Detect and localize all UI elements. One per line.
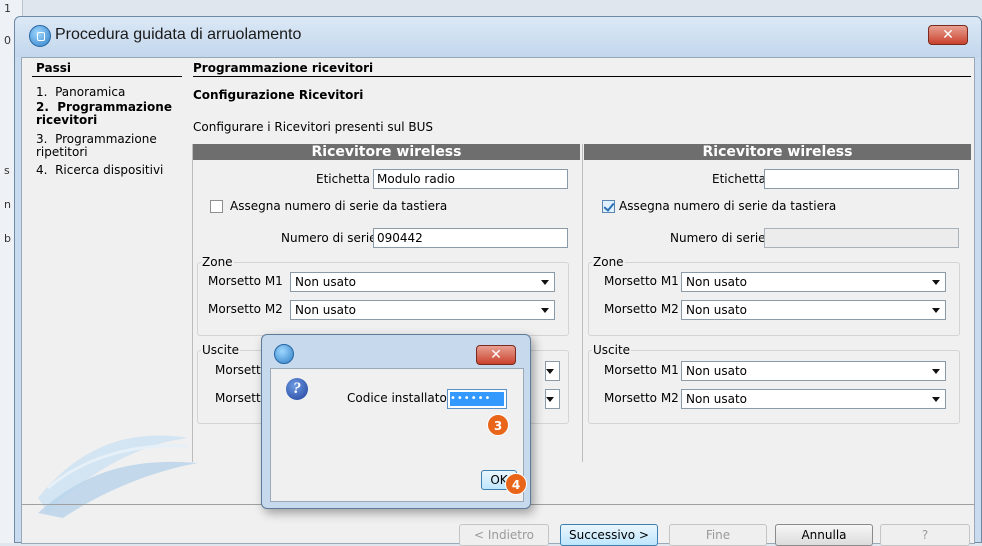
out-m1-caption: Morsetto M1 [604, 363, 679, 377]
label-caption: Etichetta [712, 172, 766, 186]
zone-m2-select[interactable]: Non usato [290, 300, 555, 320]
window-title: Procedura guidata di arruolamento [55, 26, 302, 43]
zone-m2-select[interactable]: Non usato [681, 300, 946, 320]
chevron-down-icon [932, 397, 940, 402]
close-icon: ✕ [942, 27, 954, 43]
out-m2-caption: Morsetto M2 [604, 391, 679, 405]
bg-fragment: s [4, 164, 10, 177]
masked-code-selection: •••••• [450, 392, 504, 406]
title-bar[interactable]: Procedura guidata di arruolamento ✕ [15, 17, 981, 57]
serial-input-disabled [764, 228, 959, 248]
out-m1-select[interactable]: Non usato [681, 361, 946, 381]
close-icon: ✕ [490, 347, 502, 363]
chevron-down-icon [932, 280, 940, 285]
serial-caption: Numero di serie [670, 231, 766, 245]
zone-m1-caption: Morsetto M1 [604, 274, 679, 288]
chevron-down-icon [932, 369, 940, 374]
chevron-down-icon [541, 280, 549, 285]
chevron-down-icon [932, 308, 940, 313]
zone-m1-select[interactable]: Non usato [681, 272, 946, 292]
dialog-client-area: ? Codice installatore •••••• OK [270, 368, 524, 502]
assign-serial-caption: Assegna numero di serie da tastiera [619, 199, 837, 213]
panel-left-border [192, 144, 193, 462]
step-overview[interactable]: 1. Panoramica [36, 86, 125, 99]
receiver-header: Ricevitore wireless [584, 144, 971, 160]
step-receivers-current[interactable]: 2. Programmazione ricevitori [36, 101, 172, 127]
lock-app-icon [274, 344, 294, 364]
outputs-title: Uscite [201, 343, 241, 357]
serial-input[interactable]: 090442 [373, 228, 568, 248]
receiver-panel-2: Ricevitore wireless Etichetta Assegna nu… [584, 144, 971, 462]
chevron-down-icon [546, 369, 554, 374]
bg-fragment: n [4, 198, 11, 211]
step-device-search[interactable]: 4. Ricerca dispositivi [36, 164, 163, 177]
zone-m1-select[interactable]: Non usato [290, 272, 555, 292]
out-m2-select[interactable] [545, 389, 560, 409]
code-caption: Codice installatore [347, 391, 459, 405]
assign-serial-checkbox-checked[interactable] [602, 200, 615, 213]
close-button[interactable]: ✕ [928, 25, 968, 45]
zones-title: Zone [592, 255, 625, 269]
brand-swoosh-graphic [38, 435, 198, 518]
step-repeaters[interactable]: 3. Programmazione ripetitori [36, 133, 157, 159]
bg-fragment: b [4, 232, 11, 245]
bg-fragment: 1 [4, 2, 11, 15]
zone-m2-caption: Morsetto M2 [208, 302, 283, 316]
zone-m1-caption: Morsetto M1 [208, 274, 283, 288]
out-m2-select[interactable]: Non usato [681, 389, 946, 409]
steps-divider [32, 76, 182, 77]
installer-code-input[interactable]: •••••• [447, 389, 507, 409]
outputs-title: Uscite [592, 343, 632, 357]
section-divider [193, 76, 971, 77]
lock-app-icon [29, 25, 51, 47]
steps-heading: Passi [36, 61, 71, 75]
step-badge-4: 4 [505, 473, 527, 495]
label-input[interactable]: Modulo radio [373, 169, 568, 189]
assign-serial-caption: Assegna numero di serie da tastiera [230, 199, 448, 213]
zones-title: Zone [201, 255, 234, 269]
out-m1-select[interactable] [545, 361, 560, 381]
dialog-close-button[interactable]: ✕ [476, 345, 516, 365]
label-caption: Etichetta [316, 172, 370, 186]
bg-fragment: 0 [4, 34, 11, 47]
section-description: Configurare i Ricevitori presenti sul BU… [193, 120, 434, 134]
subsection-title: Configurazione Ricevitori [193, 88, 364, 102]
zone-m2-caption: Morsetto M2 [604, 302, 679, 316]
section-title: Programmazione ricevitori [193, 61, 374, 75]
serial-caption: Numero di serie [281, 231, 377, 245]
receiver-header: Ricevitore wireless [193, 144, 580, 160]
step-badge-3: 3 [487, 414, 509, 436]
chevron-down-icon [546, 397, 554, 402]
label-input[interactable] [764, 169, 959, 189]
question-icon: ? [286, 378, 308, 400]
assign-serial-checkbox[interactable] [210, 200, 223, 213]
chevron-down-icon [541, 308, 549, 313]
panel-separator [582, 144, 583, 462]
